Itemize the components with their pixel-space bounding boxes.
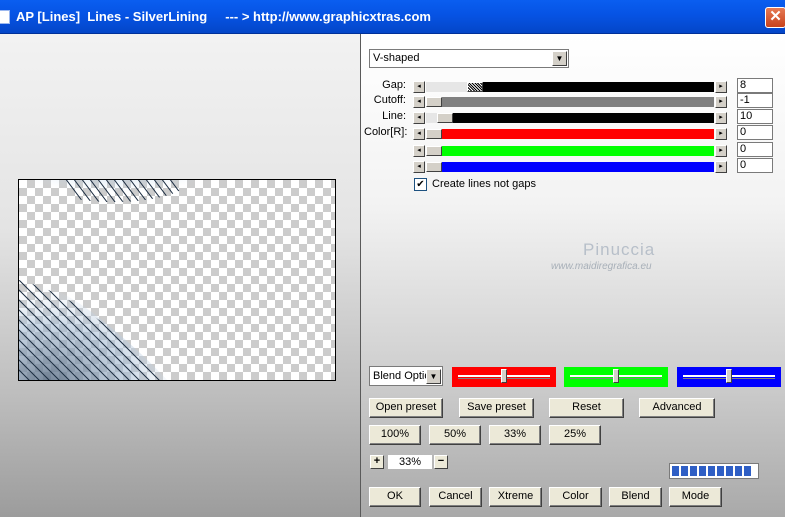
green-channel-control[interactable] (564, 367, 668, 387)
slider-thumb[interactable] (426, 97, 442, 107)
zoom-100-button[interactable]: 100% (369, 425, 421, 445)
blend-button[interactable]: Blend (609, 487, 662, 507)
slider-left-arrow-icon[interactable]: ◂ (413, 96, 425, 108)
zoom-50-button[interactable]: 50% (429, 425, 481, 445)
chevron-down-icon[interactable]: ▼ (552, 51, 567, 66)
slider-thumb[interactable] (437, 113, 453, 123)
window-title: AP [Lines] Lines - SilverLining --- > ht… (16, 9, 431, 24)
watermark-url: www.maidiregrafica.eu (551, 261, 652, 272)
progress-segment (717, 466, 724, 476)
slider-value-field-3[interactable]: 0 (737, 125, 773, 140)
create-lines-label: Create lines not gaps (432, 178, 536, 190)
slider-right-arrow-icon[interactable]: ▸ (715, 128, 727, 140)
slider-value-field-4[interactable]: 0 (737, 142, 773, 157)
slider-right-arrow-icon[interactable]: ▸ (715, 161, 727, 173)
slider-right-arrow-icon[interactable]: ▸ (715, 81, 727, 93)
blue-channel-control[interactable] (677, 367, 781, 387)
zoom-level: 33% (388, 455, 432, 469)
slider-track-fill (442, 162, 714, 172)
reset-button[interactable]: Reset (549, 398, 624, 418)
mode-button[interactable]: Mode (669, 487, 722, 507)
slider-left-arrow-icon[interactable]: ◂ (413, 145, 425, 157)
slider-track-fill (442, 129, 714, 139)
slider-0[interactable]: ◂ ▸ (413, 81, 728, 93)
slider-track-fill (483, 82, 714, 92)
slider-track-fill (442, 97, 714, 107)
slider-thumb[interactable] (426, 146, 442, 156)
blend-options-select[interactable]: Blend Options ▼ (369, 366, 443, 386)
slider-2[interactable]: ◂ ▸ (413, 112, 728, 124)
title-bar: AP [Lines] Lines - SilverLining --- > ht… (0, 0, 785, 34)
progress-segment (735, 466, 742, 476)
progress-segment (726, 466, 733, 476)
slider-5[interactable]: ◂ ▸ (413, 161, 728, 173)
slider-left-arrow-icon[interactable]: ◂ (413, 81, 425, 93)
slider-1[interactable]: ◂ ▸ (413, 96, 728, 108)
slider-track-fill (453, 113, 714, 123)
xtreme-button[interactable]: Xtreme (489, 487, 542, 507)
progress-segment (690, 466, 697, 476)
slider-value-field-0[interactable]: 8 (737, 78, 773, 93)
line-mode-select[interactable]: V-shaped ▼ (369, 49, 569, 68)
progress-bar (669, 463, 759, 479)
save-preset-button[interactable]: Save preset (459, 398, 534, 418)
close-button[interactable]: ✕ (765, 7, 785, 28)
slider-track[interactable] (426, 129, 714, 139)
slider-thumb[interactable] (426, 162, 442, 172)
preview-lines-graphic (19, 180, 194, 380)
slider-4[interactable]: ◂ ▸ (413, 145, 728, 157)
slider-right-arrow-icon[interactable]: ▸ (715, 145, 727, 157)
slider-left-arrow-icon[interactable]: ◂ (413, 161, 425, 173)
red-channel-knob[interactable] (501, 369, 507, 383)
slider-track-empty (426, 82, 467, 92)
slider-label-1: Cutoff: (373, 94, 406, 106)
progress-segment (681, 466, 688, 476)
green-channel-knob[interactable] (613, 369, 619, 383)
slider-track-empty (426, 113, 437, 123)
slider-track[interactable] (426, 82, 714, 92)
red-channel-control[interactable] (452, 367, 556, 387)
progress-segment (699, 466, 706, 476)
zoom-25-button[interactable]: 25% (549, 425, 601, 445)
slider-right-arrow-icon[interactable]: ▸ (715, 96, 727, 108)
ok-button[interactable]: OK (369, 487, 421, 507)
blue-channel-knob[interactable] (726, 369, 732, 383)
watermark-name: Pinuccia (583, 240, 656, 259)
slider-label-0: Gap: (382, 79, 406, 91)
slider-label-2: Line: (382, 110, 406, 122)
blend-options-value: Blend Options (373, 370, 427, 382)
slider-track[interactable] (426, 97, 714, 107)
slider-track[interactable] (426, 113, 714, 123)
zoom-in-button[interactable]: + (370, 455, 384, 469)
chevron-down-icon[interactable]: ▼ (426, 369, 441, 384)
slider-track[interactable] (426, 146, 714, 156)
checkmark-icon: ✔ (416, 179, 425, 190)
slider-value-field-5[interactable]: 0 (737, 158, 773, 173)
preview-canvas[interactable] (18, 179, 336, 381)
slider-thumb[interactable] (467, 82, 483, 92)
advanced-button[interactable]: Advanced (639, 398, 715, 418)
color-button[interactable]: Color (549, 487, 602, 507)
slider-3[interactable]: ◂ ▸ (413, 128, 728, 140)
cancel-button[interactable]: Cancel (429, 487, 482, 507)
slider-thumb[interactable] (426, 129, 442, 139)
progress-segment (672, 466, 679, 476)
open-preset-button[interactable]: Open preset (369, 398, 443, 418)
slider-track[interactable] (426, 162, 714, 172)
slider-value-field-1[interactable]: -1 (737, 93, 773, 108)
progress-segment (708, 466, 715, 476)
progress-segment (744, 466, 751, 476)
slider-right-arrow-icon[interactable]: ▸ (715, 112, 727, 124)
create-lines-checkbox[interactable]: ✔ (414, 178, 427, 191)
zoom-out-button[interactable]: − (434, 455, 448, 469)
slider-left-arrow-icon[interactable]: ◂ (413, 128, 425, 140)
preview-pane (0, 34, 360, 517)
slider-value-field-2[interactable]: 10 (737, 109, 773, 124)
slider-label-3: Color[R]: (364, 126, 408, 138)
slider-track-fill (442, 146, 714, 156)
window-icon (0, 10, 10, 24)
slider-left-arrow-icon[interactable]: ◂ (413, 112, 425, 124)
zoom-33-button[interactable]: 33% (489, 425, 541, 445)
line-mode-value: V-shaped (373, 52, 420, 64)
